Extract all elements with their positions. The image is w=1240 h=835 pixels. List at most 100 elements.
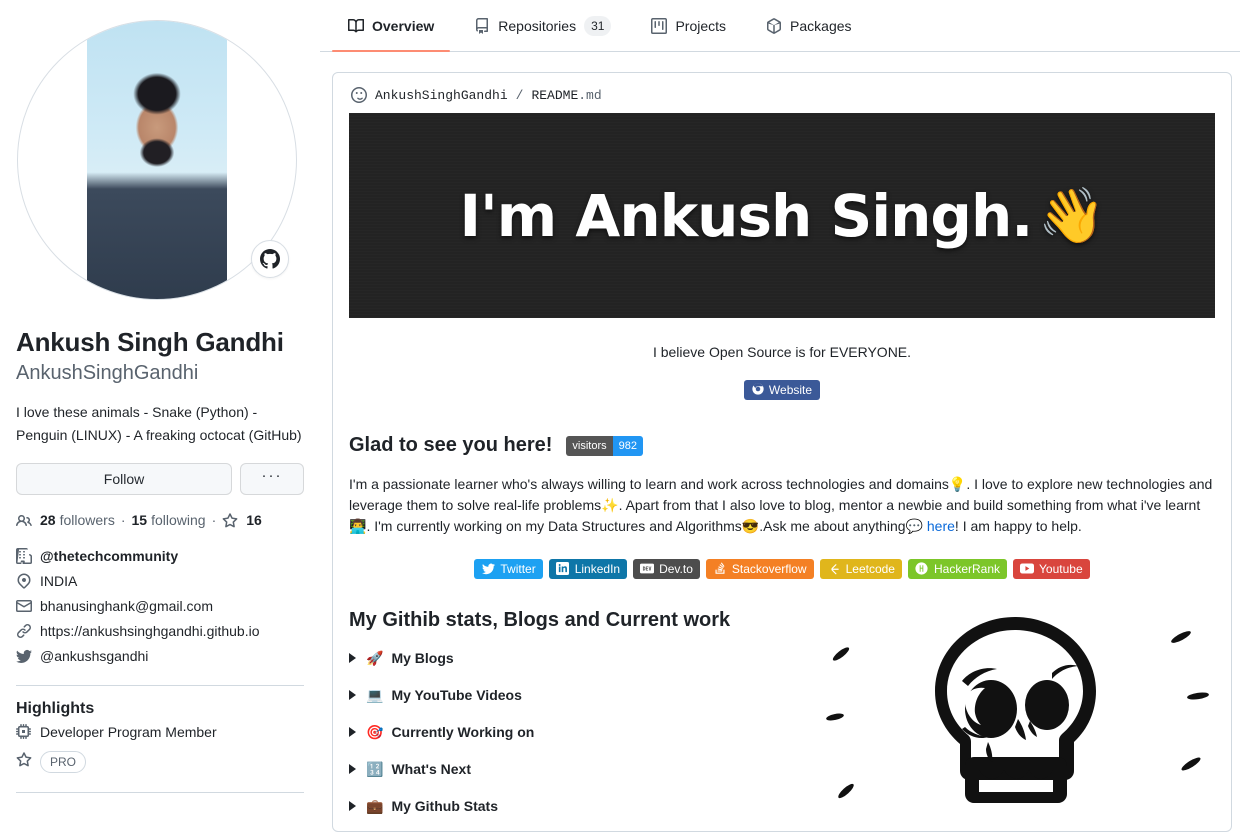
social-badge-leetcode[interactable]: Leetcode — [819, 558, 902, 579]
linkedin-icon — [556, 562, 570, 576]
social-badge-linkedin[interactable]: LinkedIn — [548, 558, 628, 579]
input-numbers-icon: 🔢 — [366, 760, 384, 777]
here-link[interactable]: here — [927, 518, 955, 534]
followers-label[interactable]: followers — [60, 512, 115, 528]
stat-separator-2: · — [211, 511, 217, 528]
highlight-developer-program-text: Developer Program Member — [40, 723, 217, 740]
leetcode-icon — [827, 562, 841, 576]
profile-details: @thetechcommunity INDIA bhanusinghank@gm… — [16, 544, 304, 669]
details-column: My Githib stats, Blogs and Current work … — [349, 608, 819, 831]
details-my-github-stats-label: My Github Stats — [391, 797, 498, 814]
details-currently-working-on[interactable]: 🎯 Currently Working on — [349, 722, 819, 742]
social-badge-youtube-label: Youtube — [1039, 561, 1083, 576]
tab-repositories[interactable]: Repositories 31 — [458, 0, 627, 52]
stats-heading: My Githib stats, Blogs and Current work — [349, 608, 731, 631]
social-badge-stackoverflow[interactable]: Stackoverflow — [705, 558, 814, 579]
readme-banner: I'm Ankush Singh. 👋 — [349, 113, 1215, 318]
details-my-blogs-label: My Blogs — [391, 649, 454, 666]
social-badge-youtube[interactable]: Youtube — [1013, 558, 1090, 579]
greeting-heading-row: Glad to see you here! visitors 982 — [349, 434, 1215, 457]
social-badge-stackoverflow-label: Stackoverflow — [731, 561, 807, 576]
twitter-icon — [481, 562, 495, 576]
svg-text:DEV: DEV — [643, 567, 652, 573]
detail-twitter[interactable]: @ankushsgandhi — [16, 644, 304, 669]
youtube-icon — [1020, 562, 1035, 576]
tab-overview[interactable]: Overview — [332, 0, 451, 52]
detail-email-text: bhanusinghank@gmail.com — [40, 597, 213, 614]
chevron-right-icon — [349, 652, 356, 663]
sidebar-divider — [16, 684, 304, 686]
about-part-6: . I'm currently working on my Data Struc… — [366, 517, 742, 534]
banner-text: I'm Ankush Singh. — [459, 181, 1033, 250]
tab-repositories-label: Repositories — [498, 17, 577, 34]
chevron-right-icon — [349, 726, 356, 737]
following-label[interactable]: following — [151, 512, 205, 528]
details-my-youtube-videos-label: My YouTube Videos — [391, 686, 522, 703]
smiley-icon — [351, 87, 367, 103]
readme-tagline: I believe Open Source is for EVERYONE. — [652, 344, 912, 360]
detail-organization-text: @thetechcommunity — [40, 547, 179, 564]
readme-owner-link[interactable]: AnkushSinghGandhi — [375, 88, 508, 103]
profile-bio: I love these animals - Snake (Python) - … — [16, 403, 302, 443]
visitors-badge-value: 982 — [612, 435, 643, 456]
details-my-blogs[interactable]: 🚀 My Blogs — [349, 648, 819, 668]
skull-svg — [826, 616, 1209, 803]
followers-count[interactable]: 28 — [40, 512, 56, 528]
details-whats-next[interactable]: 🔢 What's Next — [349, 759, 819, 779]
technologist-icon: 👨‍💻 — [349, 517, 367, 534]
social-badge-hackerrank[interactable]: HackerRank — [907, 558, 1008, 579]
details-my-youtube-videos[interactable]: 💻 My YouTube Videos — [349, 685, 819, 705]
sidebar-bottom-divider — [16, 791, 304, 793]
detail-location-text: INDIA — [40, 572, 78, 589]
tab-packages[interactable]: Packages — [750, 0, 867, 52]
social-badges-row: Twitter LinkedIn DEV Dev.to Stackoverflo… — [349, 558, 1215, 579]
link-icon — [16, 623, 32, 639]
website-badge-label: Website — [768, 383, 813, 397]
chrome-icon — [752, 382, 764, 398]
website-badge[interactable]: Website — [743, 380, 821, 400]
illustration-column — [819, 609, 1219, 831]
project-icon — [651, 17, 668, 34]
social-badge-devto[interactable]: DEV Dev.to — [633, 558, 700, 579]
social-badge-linkedin-label: LinkedIn — [574, 561, 621, 576]
readme-filename-link[interactable]: README.md — [531, 88, 601, 103]
profile-stats: 28 followers · 15 following · 16 — [16, 512, 304, 528]
stars-count[interactable]: 16 — [246, 512, 262, 528]
about-paragraph: I'm a passionate learner who's always wi… — [349, 474, 1215, 537]
profile-name: Ankush Singh Gandhi — [16, 327, 284, 357]
follow-button[interactable]: Follow — [16, 462, 232, 495]
waving-hand-icon: 👋 — [1038, 183, 1105, 247]
detail-website[interactable]: https://ankushsinghgandhi.github.io — [16, 619, 304, 644]
more-options-button[interactable]: ··· — [240, 462, 304, 495]
following-count[interactable]: 15 — [132, 512, 148, 528]
readme-header: AnkushSinghGandhi / README.md — [333, 73, 1231, 113]
tab-projects-label: Projects — [675, 17, 727, 34]
readme-path-slash: / — [515, 87, 524, 103]
detail-twitter-text: @ankushsgandhi — [40, 647, 149, 664]
highlight-developer-program[interactable]: Developer Program Member — [16, 718, 304, 746]
status-badge[interactable] — [251, 240, 289, 278]
laptop-icon: 💻 — [366, 686, 384, 703]
pro-badge: PRO — [40, 751, 87, 773]
organization-icon — [16, 548, 32, 564]
website-badge-row: Website — [349, 380, 1215, 400]
social-badge-leetcode-label: Leetcode — [845, 561, 895, 576]
people-icon — [16, 513, 32, 529]
detail-email[interactable]: bhanusinghank@gmail.com — [16, 594, 304, 619]
details-currently-working-on-label: Currently Working on — [391, 723, 535, 740]
speech-balloon-icon: 💬 — [905, 517, 923, 534]
detail-organization[interactable]: @thetechcommunity — [16, 544, 304, 569]
highlight-pro: PRO — [16, 746, 304, 774]
tab-projects[interactable]: Projects — [635, 0, 742, 52]
cpu-icon — [16, 723, 32, 740]
readme-body: I believe Open Source is for EVERYONE. W… — [333, 340, 1231, 831]
tab-packages-label: Packages — [790, 17, 852, 34]
social-badge-twitter[interactable]: Twitter — [474, 558, 543, 579]
readme-card: AnkushSinghGandhi / README.md I'm Ankush… — [332, 72, 1232, 832]
mail-icon — [16, 598, 32, 614]
details-my-github-stats[interactable]: 💼 My Github Stats — [349, 796, 819, 816]
visitors-badge-label: visitors — [566, 435, 613, 456]
profile-tabs: Overview Repositories 31 Projects Packag… — [320, 0, 1240, 52]
about-part-8: .Ask me about anything — [759, 517, 906, 534]
package-icon — [766, 17, 782, 34]
